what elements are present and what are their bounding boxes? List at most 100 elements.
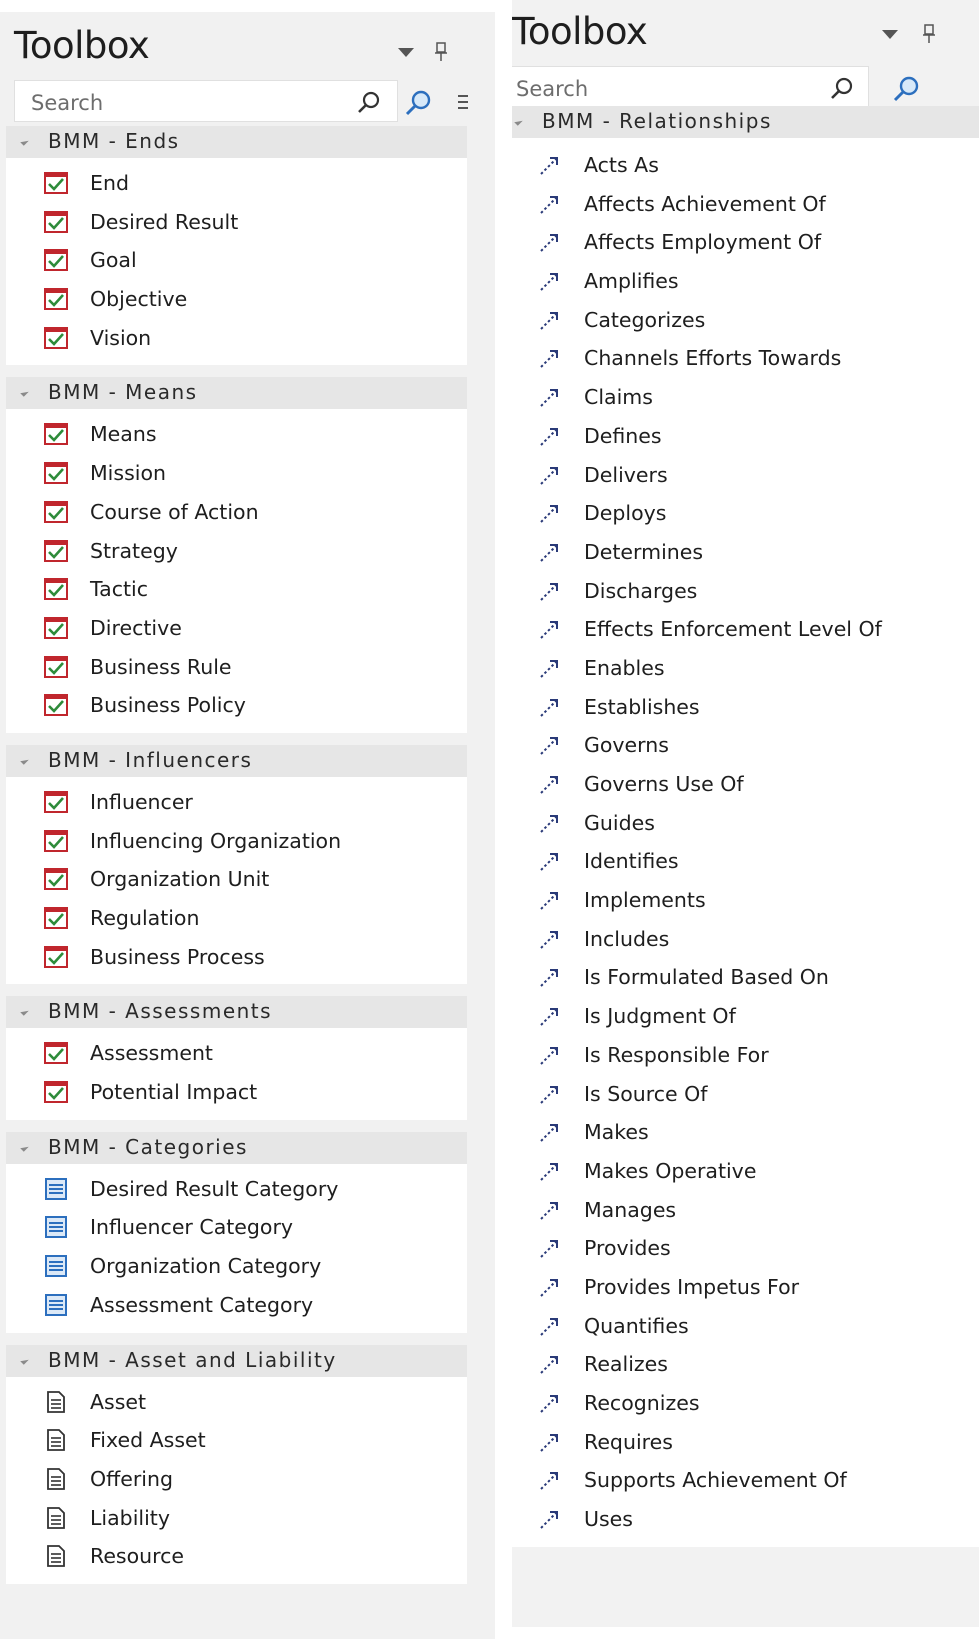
toolbox-item[interactable]: Potential Impact [6,1075,467,1114]
section-header[interactable]: BMM - Means [6,377,467,410]
toolbox-item[interactable]: Is Responsible For [512,1038,979,1077]
section-header[interactable]: BMM - Influencers [6,744,467,777]
toolbox-item[interactable]: Offering [6,1462,467,1501]
toolbox-item[interactable]: Uses [512,1502,979,1541]
toolbox-item[interactable]: Establishes [512,690,979,729]
toolbox-item[interactable]: Organization Category [6,1249,467,1288]
toolbox-item-label: Makes [584,1120,649,1145]
toolbox-item[interactable]: Makes [512,1115,979,1154]
toolbox-item-label: Manages [584,1197,677,1222]
toolbox-item[interactable]: Business Policy [6,688,467,727]
search-box[interactable] [512,66,869,108]
toolbox-item[interactable]: Manages [512,1193,979,1232]
toolbox-item[interactable]: Liability [6,1501,467,1540]
toolbox-item[interactable]: Desired Result [6,205,467,244]
toolbox-item[interactable]: Effects Enforcement Level Of [512,612,979,651]
toolbox-item-label: Assessment [90,1041,213,1066]
collapse-triangle-icon[interactable] [20,388,29,398]
dropdown-arrow-icon[interactable] [398,48,414,57]
toolbox-item[interactable]: Organization Unit [6,862,467,901]
toolbox-item[interactable]: Channels Efforts Towards [512,341,979,380]
toolbox-item[interactable]: Fixed Asset [6,1423,467,1462]
toolbox-item[interactable]: Claims [512,380,979,419]
section-header[interactable]: BMM - Ends [6,126,467,158]
toolbox-item[interactable]: Requires [512,1425,979,1464]
toolbox-item[interactable]: Desired Result Category [6,1172,467,1211]
toolbox-item[interactable]: Asset [6,1385,467,1424]
toolbox-item[interactable]: Governs Use Of [512,767,979,806]
section-header[interactable]: BMM - Categories [6,1131,467,1164]
menu-icon[interactable] [458,92,468,112]
toolbox-item[interactable]: Tactic [6,572,467,611]
toolbox-item[interactable]: Provides [512,1231,979,1270]
toolbox-item[interactable]: Deploys [512,496,979,535]
toolbox-item[interactable]: Is Formulated Based On [512,960,979,999]
section-header[interactable]: BMM - Relationships [512,106,979,138]
collapse-triangle-icon[interactable] [20,1007,29,1017]
toolbox-item[interactable]: Recognizes [512,1386,979,1425]
toolbox-item[interactable]: Affects Employment Of [512,225,979,264]
search-input[interactable] [514,76,818,102]
toolbox-item[interactable]: Resource [6,1539,467,1578]
toolbox-item[interactable]: Acts As [512,148,979,187]
collapse-triangle-icon[interactable] [514,117,523,126]
toolbox-item[interactable]: Guides [512,806,979,845]
toolbox-item[interactable]: Means [6,417,467,456]
toolbox-item[interactable]: Goal [6,243,467,282]
toolbox-item[interactable]: Regulation [6,901,467,940]
toolbox-item[interactable]: Assessment Category [6,1288,467,1327]
collapse-triangle-icon[interactable] [20,1143,29,1152]
collapse-triangle-icon[interactable] [20,1355,29,1365]
toolbox-item[interactable]: Implements [512,883,979,922]
relationship-icon [538,309,562,331]
collapse-triangle-icon[interactable] [20,756,29,765]
toolbox-item[interactable]: Makes Operative [512,1154,979,1193]
toolbox-item[interactable]: Governs [512,728,979,767]
toolbox-item[interactable]: Course of Action [6,495,467,534]
toolbox-item[interactable]: Amplifies [512,264,979,303]
toolbox-item[interactable]: Affects Achievement Of [512,187,979,226]
toolbox-item[interactable]: Mission [6,456,467,495]
toolbox-item[interactable]: Influencer [6,785,467,824]
toolbox-item[interactable]: Business Rule [6,650,467,689]
toolbox-item[interactable]: Is Source Of [512,1077,979,1116]
find-toolbox-item-icon[interactable] [890,74,922,104]
toolbox-item[interactable]: Includes [512,922,979,961]
find-toolbox-item-icon[interactable] [402,88,434,118]
pin-icon[interactable] [434,42,448,62]
toolbox-item[interactable]: Defines [512,419,979,458]
section-header[interactable]: BMM - Assessments [6,996,467,1029]
toolbox-item[interactable]: Determines [512,535,979,574]
toolbox-item[interactable]: Strategy [6,534,467,573]
search-input[interactable] [29,90,333,116]
search-box[interactable] [14,80,398,122]
collapse-triangle-icon[interactable] [20,137,29,146]
toolbox-header: Toolbox [512,0,979,56]
toolbox-item[interactable]: Categorizes [512,303,979,342]
toolbox-item[interactable]: Objective [6,282,467,321]
toolbox-item[interactable]: Delivers [512,458,979,497]
toolbox-item[interactable]: Vision [6,321,467,360]
toolbox-item[interactable]: Business Process [6,940,467,979]
relationship-icon [538,231,562,253]
section-header[interactable]: BMM - Asset and Liability [6,1344,467,1377]
search-icon[interactable] [355,89,383,117]
toolbox-item-label: Directive [90,615,182,640]
toolbox-item[interactable]: Identifies [512,844,979,883]
toolbox-item[interactable]: Is Judgment Of [512,999,979,1038]
toolbox-item[interactable]: Provides Impetus For [512,1270,979,1309]
pin-icon[interactable] [922,24,936,44]
toolbox-item[interactable]: End [6,166,467,205]
toolbox-item[interactable]: Supports Achievement Of [512,1463,979,1502]
toolbox-item[interactable]: Discharges [512,574,979,613]
toolbox-item[interactable]: Enables [512,651,979,690]
toolbox-item[interactable]: Assessment [6,1036,467,1075]
toolbox-item-label: Vision [90,325,152,350]
toolbox-item[interactable]: Quantifies [512,1309,979,1348]
toolbox-item[interactable]: Realizes [512,1347,979,1386]
search-icon[interactable] [828,75,856,103]
dropdown-arrow-icon[interactable] [882,30,898,39]
toolbox-item[interactable]: Influencer Category [6,1210,467,1249]
toolbox-item[interactable]: Directive [6,611,467,650]
toolbox-item[interactable]: Influencing Organization [6,824,467,863]
